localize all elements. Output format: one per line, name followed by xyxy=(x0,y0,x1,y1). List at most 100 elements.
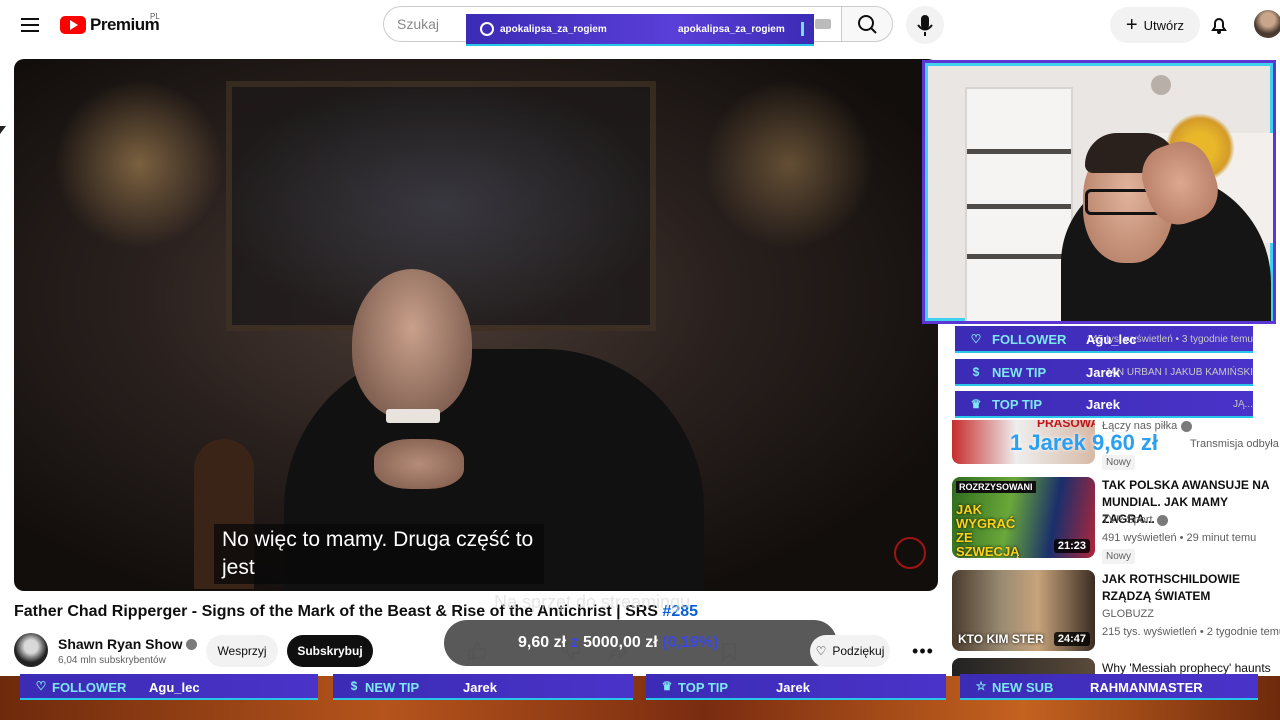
verified-icon xyxy=(186,638,198,650)
clerical-collar xyxy=(386,409,440,423)
like-icon[interactable] xyxy=(466,641,486,661)
mouse-cursor xyxy=(0,126,6,134)
alert-name: Jarek xyxy=(1086,397,1120,412)
youtube-premium-logo[interactable]: Premium xyxy=(60,13,160,37)
new-badge: Nowy xyxy=(1102,549,1136,564)
bottom-alert-new-sub: ☆ NEW SUB RAHMANMASTER xyxy=(960,674,1258,700)
door-stripe xyxy=(967,149,1071,154)
speaker-head xyxy=(352,269,472,419)
thumbnail-text: JAK WYGRAĆ ZE SZWECJĄ xyxy=(956,502,1020,559)
thanks-icon: ♡ xyxy=(815,644,827,658)
alert-label: FOLLOWER xyxy=(992,332,1067,347)
create-label: Utwórz xyxy=(1143,17,1185,33)
goal-of: z xyxy=(570,634,579,651)
rec-thumbnail-3[interactable]: KTO KIM STER 24:47 xyxy=(952,570,1095,651)
facebook-handle: apokalipsa_za_rogiem xyxy=(500,24,607,35)
channel-name-text: Shawn Ryan Show xyxy=(58,636,183,652)
alert-name: RAHMANMASTER xyxy=(1090,680,1203,695)
rec-thumbnail-2[interactable]: ROZRZYSOWANI JAK WYGRAĆ ZE SZWECJĄ 21:23 xyxy=(952,477,1095,558)
lamp-glow-left xyxy=(54,79,224,249)
social-handle-banner: apokalipsa_za_rogiem apokalipsa_za_rogie… xyxy=(466,14,814,46)
tip-popup-text: Jarek 9,60 zł xyxy=(1028,430,1159,455)
thanks-label: Podziękuj xyxy=(832,644,885,658)
rec-title-3[interactable]: JAK ROTHSCHILDOWIE RZĄDZĄ ŚWIATEM xyxy=(1102,571,1276,605)
support-button[interactable]: Wesprzyj xyxy=(206,635,278,667)
alert-name: Jarek xyxy=(1086,365,1120,380)
verified-icon xyxy=(1156,514,1168,526)
alert-follower: 145 tys. wyświetleń • 3 tygodnie temu ♡ … xyxy=(955,326,1253,353)
channel-avatar[interactable] xyxy=(14,633,48,667)
alert-label: TOP TIP xyxy=(992,397,1043,412)
menu-icon[interactable] xyxy=(18,14,42,36)
tip-popup-prefix: 1 xyxy=(1010,430,1023,455)
webcam-lamp xyxy=(1151,75,1171,95)
search-placeholder: Szukaj xyxy=(397,16,440,32)
underlying-title: JAN URBAN I JAKUB KAMIŃSKI xyxy=(1105,367,1253,378)
bottom-alert-top-tip: ♛ TOP TIP Jarek xyxy=(646,674,946,700)
notifications-button[interactable] xyxy=(1208,14,1230,36)
channel-name: TVP Sport xyxy=(1102,514,1153,526)
alert-label: NEW TIP xyxy=(365,680,420,695)
channel-name: GLOBUZZ xyxy=(1102,608,1154,620)
alert-name: Agu_lec xyxy=(1086,332,1137,347)
door-stripe xyxy=(967,254,1071,259)
webcam-door xyxy=(965,87,1073,321)
video-player[interactable]: No więc to mamy. Druga część to jest xyxy=(14,59,938,591)
alert-name: Jarek xyxy=(776,680,810,695)
alert-top-tip: JĄ... ♛ TOP TIP Jarek xyxy=(955,391,1253,418)
video-subtitle: No więc to mamy. Druga część to jest xyxy=(214,524,544,584)
bell-icon xyxy=(1211,18,1227,34)
speaker-hands xyxy=(374,439,464,489)
underlying-title: JĄ... xyxy=(1232,399,1253,410)
bottom-alert-follower: ♡ FOLLOWER Agu_lec xyxy=(20,674,318,700)
more-actions-button[interactable]: ••• xyxy=(907,635,939,667)
rec-channel-2[interactable]: TVP Sport xyxy=(1102,514,1168,526)
alert-label: TOP TIP xyxy=(678,680,729,695)
youtube-play-icon xyxy=(60,16,86,34)
goal-current: 9,60 zł xyxy=(518,634,567,651)
video-duration: 24:47 xyxy=(1053,632,1090,646)
thanks-button[interactable]: ♡ Podziękuj xyxy=(810,635,890,667)
door-stripe xyxy=(967,204,1071,209)
alert-label: NEW SUB xyxy=(992,680,1054,695)
logo-text: Premium xyxy=(90,15,160,34)
rec-stats-2: 491 wyświetleń • 29 minut temu xyxy=(1102,532,1257,544)
tip-popup: 1 Jarek 9,60 zł xyxy=(1010,430,1158,456)
microphone-icon xyxy=(917,15,933,36)
plus-icon: + xyxy=(1125,14,1138,36)
watermark-logo xyxy=(894,537,926,569)
subscribe-button[interactable]: Subskrybuj xyxy=(287,635,373,667)
rec-stats-3: 215 tys. wyświetleń • 2 tygodnie temu xyxy=(1102,626,1280,638)
create-button[interactable]: + Utwórz xyxy=(1110,7,1200,43)
dollar-icon: $ xyxy=(350,679,358,693)
search-icon xyxy=(858,15,877,34)
crown-icon: ♛ xyxy=(661,679,673,693)
thumbnail-tag: ROZRZYSOWANI xyxy=(956,481,1036,493)
tiktok-handle: apokalipsa_za_rogiem xyxy=(678,24,785,35)
dollar-icon: $ xyxy=(972,365,980,379)
subscriber-count: 6,04 mln subskrybentów xyxy=(58,655,166,666)
donation-goal-progress: 9,60 zł z 5000,00 zł (0,19%) xyxy=(518,634,718,652)
bottom-alert-new-tip: $ NEW TIP Jarek xyxy=(333,674,633,700)
donation-goal-label: Na sprzęt do streamingu xyxy=(494,592,691,612)
lamp-glow-right xyxy=(704,79,874,249)
heart-icon: ♡ xyxy=(35,679,47,693)
search-button[interactable] xyxy=(841,6,893,42)
channel-name[interactable]: Shawn Ryan Show xyxy=(58,636,198,652)
alert-label: NEW TIP xyxy=(992,365,1047,380)
video-duration: 21:23 xyxy=(1053,539,1090,553)
alert-name: Jarek xyxy=(463,680,497,695)
star-icon: ☆ xyxy=(975,679,987,693)
alert-name: Agu_lec xyxy=(149,680,200,695)
goal-percent: (0,19%) xyxy=(662,634,719,651)
crown-icon: ♛ xyxy=(970,397,982,411)
tiktok-icon xyxy=(792,22,804,36)
save-label[interactable]: Zapisz xyxy=(745,645,780,659)
keyboard-icon[interactable] xyxy=(815,19,831,29)
account-avatar[interactable] xyxy=(1254,10,1280,38)
save-icon[interactable] xyxy=(720,642,738,662)
heart-icon: ♡ xyxy=(970,332,982,346)
rec-channel-3[interactable]: GLOBUZZ xyxy=(1102,608,1154,620)
voice-search-button[interactable] xyxy=(906,6,944,44)
streamer-webcam xyxy=(922,60,1276,324)
